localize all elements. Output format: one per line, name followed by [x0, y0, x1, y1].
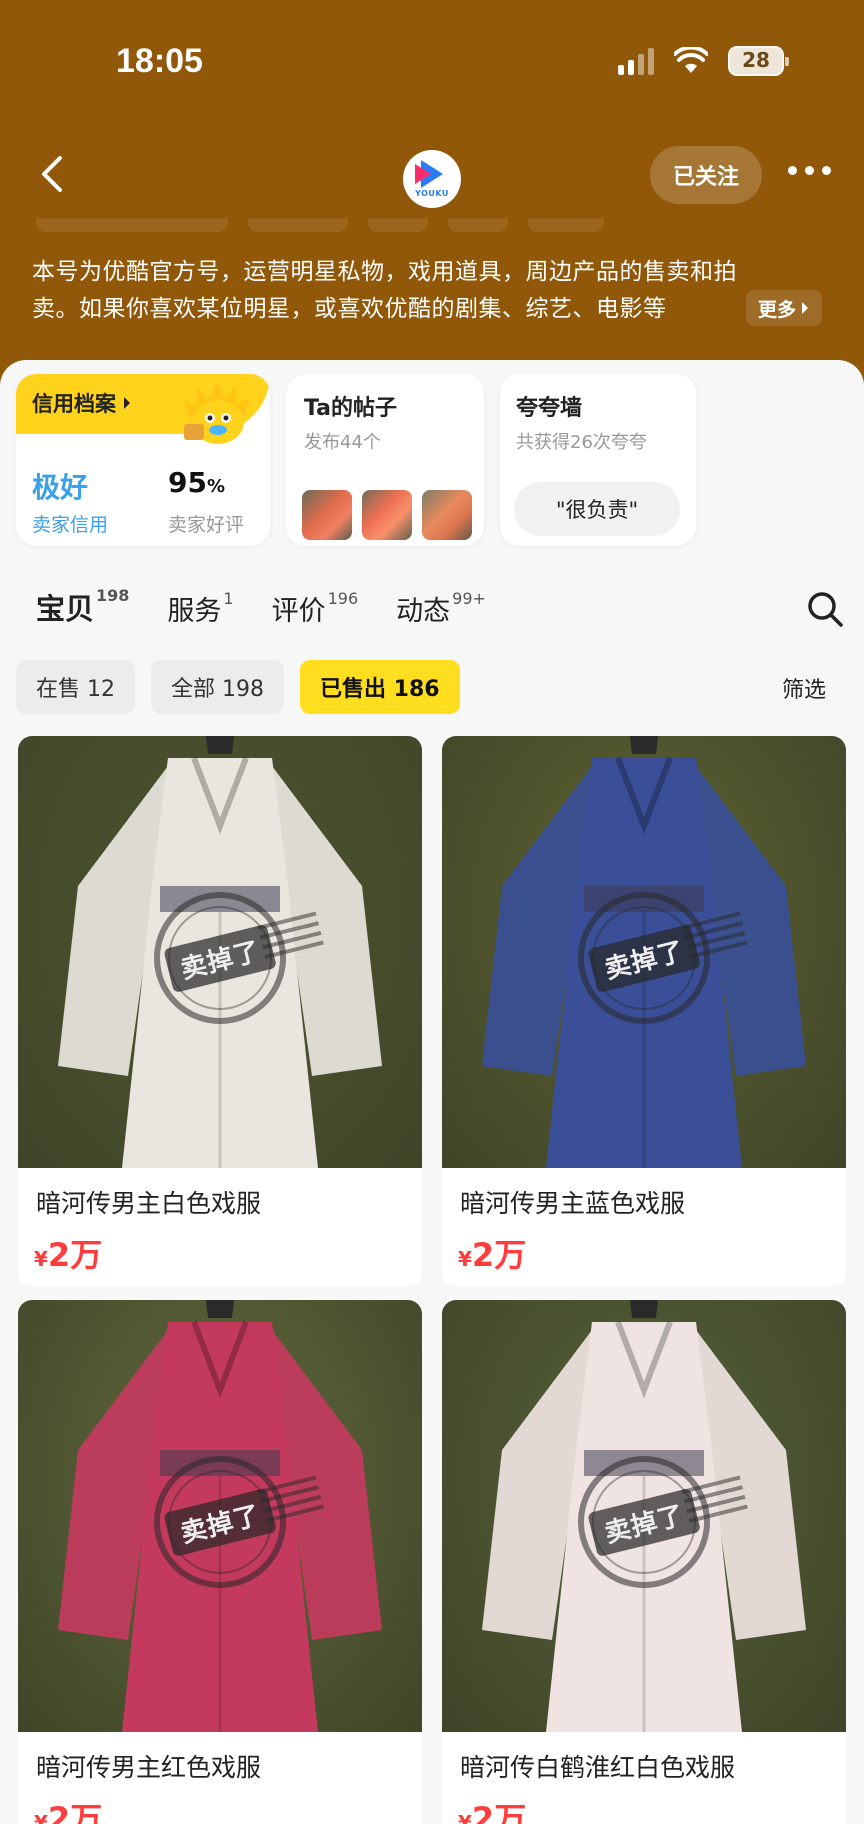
praise-wall-card[interactable]: 夸夸墙 共获得26次夸夸 "很负责" [500, 374, 696, 546]
price-value: 2万 [471, 1236, 527, 1274]
tab-label: 评价 [271, 596, 326, 627]
status-bar: 18:05 28 [0, 0, 864, 130]
tab-count: 99+ [452, 589, 486, 608]
follow-button[interactable]: 已关注 [650, 146, 762, 204]
bio-line: 卖。如果你喜欢某位明星，或喜欢优酷的剧集、综艺、电影等 [32, 296, 667, 322]
positive-rate: 95% [168, 466, 225, 499]
praise-count: 共获得26次夸夸 [516, 432, 647, 453]
product-image: 卖掉了 [442, 736, 846, 1168]
profile-tabs: 宝贝 198 服务 1 评价 196 动态 99+ [34, 586, 486, 628]
product-price: ¥2万 [458, 1794, 526, 1824]
product-price: ¥2万 [34, 1794, 102, 1824]
tab-count: 196 [327, 589, 359, 608]
positive-rate-label: 卖家好评 [168, 514, 245, 536]
praise-tag[interactable]: "很负责" [514, 482, 680, 536]
positive-rate-unit: % [206, 476, 226, 497]
logo-wordmark: YOUKU [415, 189, 449, 198]
price-value: 2万 [47, 1800, 103, 1824]
product-image: 卖掉了 [442, 1300, 846, 1732]
post-thumbnail[interactable] [362, 490, 412, 540]
status-filters: 在售 12 全部 198 已售出 186 [16, 660, 460, 714]
filter-button[interactable]: 筛选 [782, 672, 826, 704]
tab-label: 宝贝 [36, 592, 95, 626]
price-value: 2万 [47, 1236, 103, 1274]
tab-services[interactable]: 服务 1 [167, 589, 233, 628]
price-value: 2万 [471, 1800, 527, 1824]
costume-neck [630, 736, 658, 754]
credit-level-label: 卖家信用 [32, 514, 109, 536]
signal-icon [618, 47, 654, 75]
tab-items[interactable]: 宝贝 198 [34, 586, 130, 628]
wifi-icon [674, 47, 708, 73]
costume-neck [630, 1300, 658, 1318]
product-card[interactable]: 卖掉了 暗河传男主白色戏服 ¥2万 [18, 736, 422, 1286]
price-currency: ¥ [34, 1811, 48, 1824]
product-price: ¥2万 [34, 1230, 102, 1276]
main-sheet: 信用档案 极好 卖家信用 95% 卖家好评 Ta的帖子 发布44个 夸夸墙 共获… [0, 360, 864, 1824]
price-currency: ¥ [458, 1247, 472, 1271]
caret-right-icon [802, 302, 809, 314]
product-card[interactable]: 卖掉了 暗河传白鹤淮红白色戏服 ¥2万 [442, 1300, 846, 1824]
bio-more-label: 更多 [758, 298, 797, 321]
caret-right-icon [124, 397, 130, 409]
product-title: 暗河传男主白色戏服 [36, 1189, 262, 1218]
product-card[interactable]: 卖掉了 暗河传男主红色戏服 ¥2万 [18, 1300, 422, 1824]
tab-count: 198 [96, 586, 130, 605]
product-card[interactable]: 卖掉了 暗河传男主蓝色戏服 ¥2万 [442, 736, 846, 1286]
bio-line: 本号为优酷官方号，运营明星私物，戏用道具，周边产品的售卖和拍 [32, 259, 737, 285]
status-time: 18:05 [116, 42, 203, 80]
product-image: 卖掉了 [18, 1300, 422, 1732]
price-currency: ¥ [34, 1247, 48, 1271]
bio-more-button[interactable]: 更多 [746, 290, 823, 326]
search-icon[interactable] [806, 590, 844, 628]
battery-icon: 28 [728, 46, 789, 76]
tab-reviews[interactable]: 评价 196 [272, 589, 359, 628]
tag-pills [36, 218, 604, 232]
tab-count: 1 [223, 589, 234, 608]
tab-label: 服务 [167, 596, 222, 627]
praise-title: 夸夸墙 [516, 396, 583, 421]
more-options-icon[interactable] [788, 166, 831, 175]
filter-all[interactable]: 全部 198 [151, 660, 284, 714]
product-title: 暗河传男主红色戏服 [36, 1753, 262, 1782]
profile-bio: 本号为优酷官方号，运营明星私物，戏用道具，周边产品的售卖和拍 卖。如果你喜欢某位… [32, 254, 832, 328]
product-title: 暗河传白鹤淮红白色戏服 [460, 1753, 736, 1782]
costume-neck [206, 736, 234, 754]
credit-title-label: 信用档案 [32, 392, 116, 416]
posts-count: 发布44个 [304, 432, 381, 453]
price-currency: ¥ [458, 1811, 472, 1824]
filter-on-sale[interactable]: 在售 12 [16, 660, 135, 714]
product-price: ¥2万 [458, 1230, 526, 1276]
posts-card[interactable]: Ta的帖子 发布44个 [286, 374, 484, 546]
play-logo-icon [415, 160, 443, 188]
tab-activity[interactable]: 动态 99+ [396, 589, 486, 628]
positive-rate-value: 95 [168, 466, 207, 499]
mascot-icon [184, 382, 250, 444]
product-title: 暗河传男主蓝色戏服 [460, 1189, 686, 1218]
post-thumbnail[interactable] [422, 490, 472, 540]
credit-card[interactable]: 信用档案 极好 卖家信用 95% 卖家好评 [16, 374, 270, 546]
costume-neck [206, 1300, 234, 1318]
credit-level: 极好 [32, 471, 89, 504]
filter-sold[interactable]: 已售出 186 [300, 660, 460, 714]
status-icons: 28 [618, 46, 789, 76]
back-icon[interactable] [34, 154, 74, 194]
nav-bar: YOUKU 已关注 [0, 140, 864, 210]
product-image: 卖掉了 [18, 736, 422, 1168]
credit-title: 信用档案 [32, 388, 132, 418]
header-background: 18:05 28 YOUKU 已关注 本号为优酷官方号，运营明星私物，戏用道具，… [0, 0, 864, 400]
tab-label: 动态 [396, 596, 451, 627]
post-thumbnails [302, 490, 472, 540]
post-thumbnail[interactable] [302, 490, 352, 540]
posts-title: Ta的帖子 [304, 396, 398, 421]
youku-logo: YOUKU [403, 150, 461, 208]
